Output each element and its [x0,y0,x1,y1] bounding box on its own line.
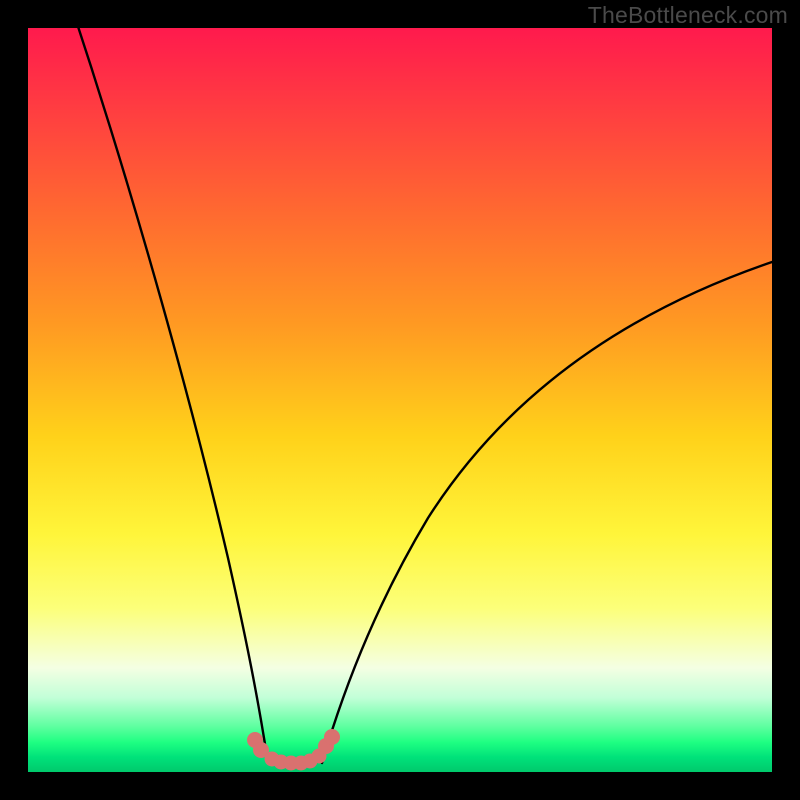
chart-plot-area [28,28,772,772]
trough-dots [247,729,340,771]
watermark-text: TheBottleneck.com [588,2,788,29]
curve-left [72,8,268,763]
chart-svg [28,28,772,772]
curve-right [322,262,772,763]
chart-frame: TheBottleneck.com [0,0,800,800]
